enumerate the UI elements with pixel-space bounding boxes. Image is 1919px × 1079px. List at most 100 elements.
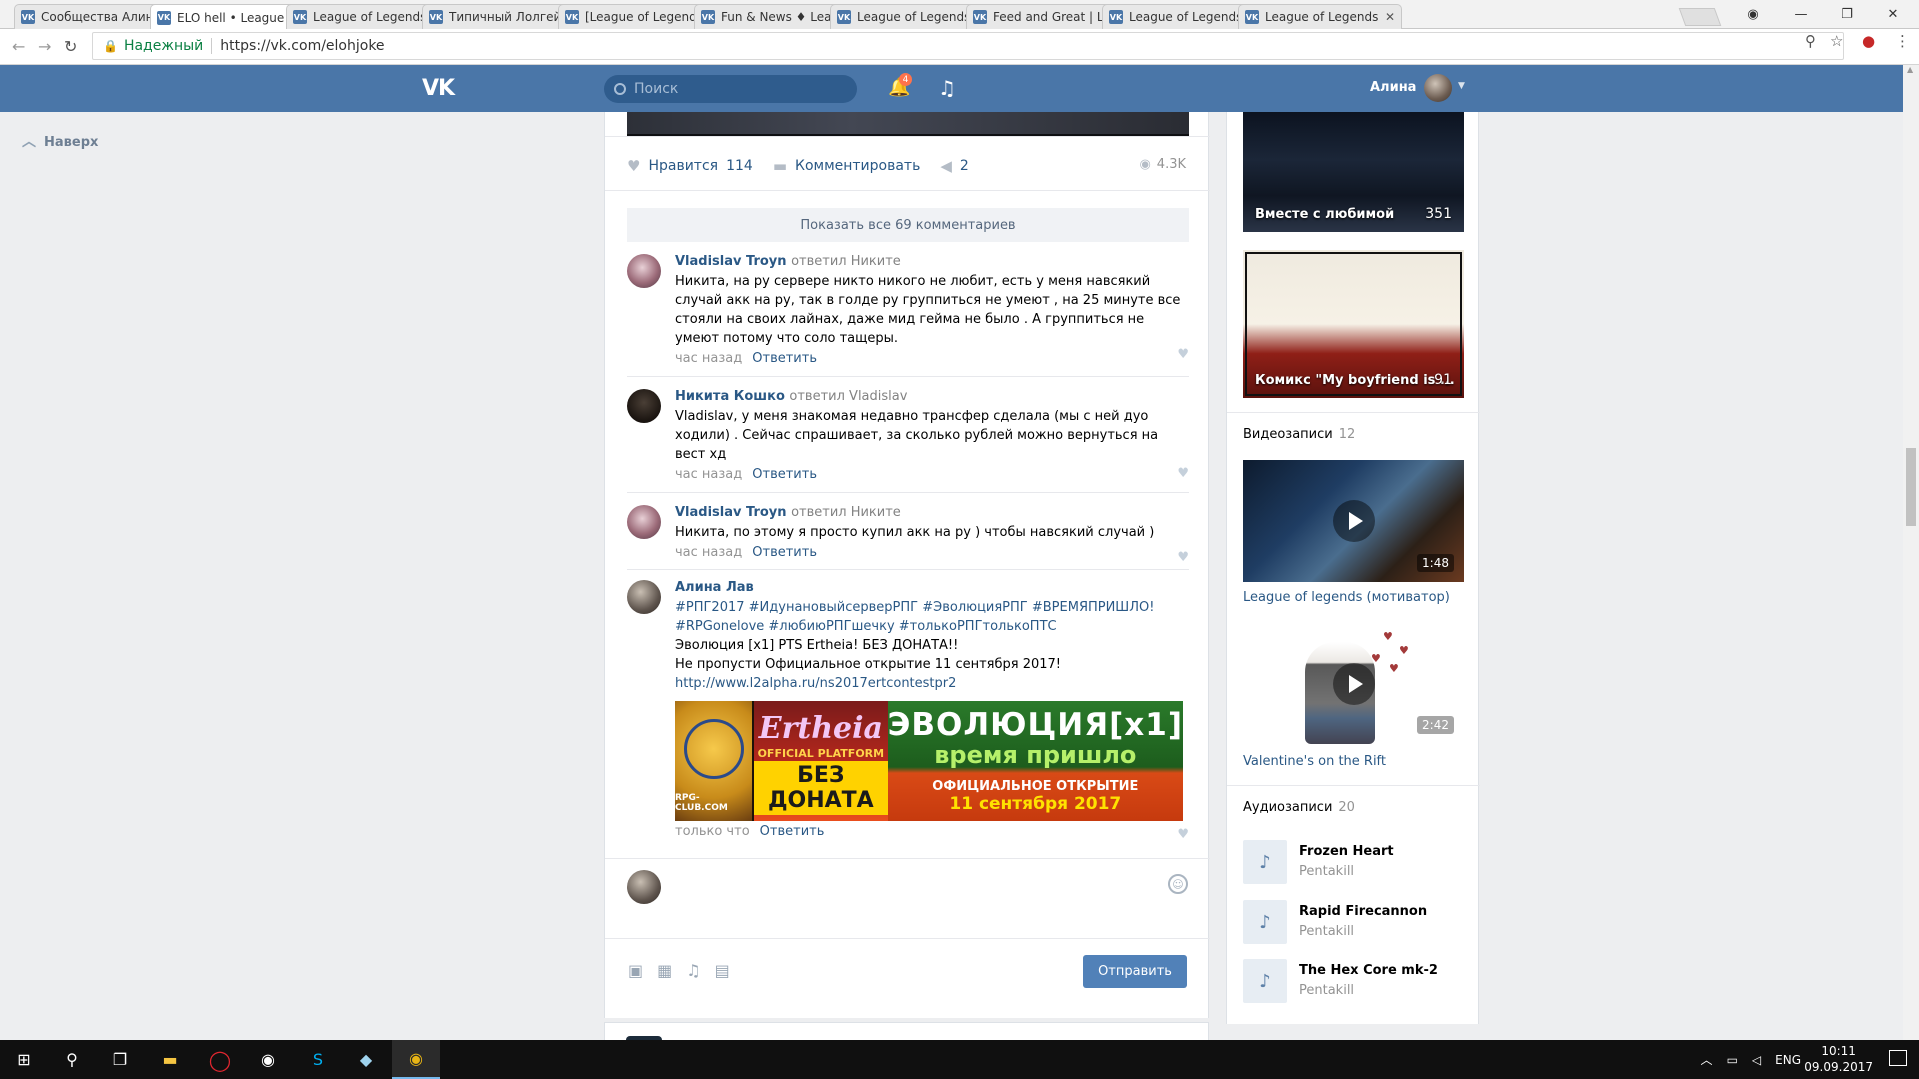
external-link[interactable]: http://www.l2alpha.ru/ns2017ertcontestpr… [675, 674, 1189, 693]
play-icon[interactable] [1332, 500, 1375, 542]
comment-text: Никита, по этому я просто купил акк на р… [675, 525, 1155, 540]
chrome-icon[interactable]: ◉ [392, 1040, 440, 1079]
language-indicator[interactable]: ENG [1775, 1053, 1801, 1067]
attachments-bar: ▣ ▦ ♫ ▤ [628, 961, 730, 980]
reply-link[interactable]: Ответить [760, 824, 825, 839]
comment-time[interactable]: только что [675, 824, 750, 839]
secure-label: Надежный [123, 38, 204, 54]
show-all-comments-button[interactable]: Показать все 69 комментариев [627, 208, 1189, 242]
zoom-icon[interactable]: ⚲ [1805, 32, 1816, 50]
comment-button[interactable]: ▬ Комментировать [773, 157, 921, 175]
omnibox[interactable]: 🔒 Надежный https://vk.com/elohjoke [92, 32, 1844, 60]
music-note-icon[interactable]: ♪ [1243, 840, 1287, 884]
vk-favicon-icon: VK [565, 10, 579, 24]
page-scrollbar[interactable]: ▲ [1903, 65, 1919, 1040]
restore-button[interactable]: ❐ [1824, 0, 1870, 28]
search-input[interactable]: Поиск [604, 75, 857, 103]
like-comment-icon[interactable]: ♥ [1177, 347, 1189, 362]
volume-icon[interactable]: ◁ [1752, 1053, 1761, 1067]
like-comment-icon[interactable]: ♥ [1177, 550, 1189, 565]
profile-icon[interactable]: ◉ [1730, 0, 1776, 28]
reload-icon[interactable]: ↻ [64, 37, 77, 56]
comment-time[interactable]: час назад [675, 467, 742, 482]
extension-icon[interactable]: ● [1862, 32, 1875, 50]
league-icon[interactable]: ◆ [342, 1040, 390, 1079]
camera-icon[interactable]: ▣ [628, 961, 643, 980]
avatar[interactable] [1424, 74, 1452, 102]
minimize-button[interactable]: — [1778, 0, 1824, 28]
avatar[interactable] [627, 254, 661, 288]
post-image[interactable] [627, 112, 1189, 136]
reply-link[interactable]: Ответить [752, 545, 817, 560]
videos-section-title[interactable]: Видеозаписи 12 [1243, 427, 1355, 442]
notification-center-icon[interactable] [1889, 1050, 1907, 1066]
like-button[interactable]: ♥ Нравится 114 [627, 157, 753, 175]
skype-icon[interactable]: S [294, 1040, 342, 1079]
audio-track[interactable]: ♪ Rapid Firecannon Pentakill [1243, 900, 1464, 944]
music-note-icon[interactable]: ♫ [686, 961, 700, 980]
bookmark-star-icon[interactable]: ☆ [1830, 32, 1843, 50]
like-comment-icon[interactable]: ♥ [1177, 827, 1189, 842]
video-thumbnail[interactable]: ♥ ♥ ♥ ♥ 2:42 [1243, 624, 1464, 744]
back-arrow-icon[interactable]: ← [12, 37, 25, 56]
video-thumbnail[interactable]: 1:48 [1243, 460, 1464, 582]
steam-icon[interactable]: ◉ [244, 1040, 292, 1079]
reply-to: ответил Vladislav [789, 389, 908, 404]
comment-time[interactable]: час назад [675, 545, 742, 560]
scroll-up-arrow-icon[interactable]: ▲ [1907, 65, 1913, 74]
tab[interactable]: VKLeague of Legends✕ [1238, 4, 1402, 29]
menu-dots-icon[interactable]: ⋮ [1895, 32, 1910, 50]
clock[interactable]: 10:11 09.09.2017 [1804, 1043, 1873, 1075]
comment: Vladislav Troyn ответил Никите Никита, н… [627, 254, 1189, 366]
send-button[interactable]: Отправить [1083, 955, 1187, 988]
photo-album[interactable]: Комикс "My boyfriend is ... 91 [1243, 250, 1464, 398]
opera-icon[interactable]: ◯ [196, 1040, 244, 1079]
video-title[interactable]: Valentine's on the Rift [1243, 754, 1386, 769]
close-window-button[interactable]: ✕ [1870, 0, 1916, 28]
folder-icon[interactable]: ▬ [146, 1040, 194, 1079]
hashtags[interactable]: #РПГ2017 #ИдунановыйсерверРПГ #ЭволюцияР… [675, 598, 1189, 617]
video-icon[interactable]: ▦ [657, 961, 672, 980]
ad-banner-image[interactable]: RPG-CLUB.COM Ertheia OFFICIAL PLATFORM БЕЗ… [675, 701, 1183, 821]
audio-track[interactable]: ♪ The Hex Core mk-2 Pentakill [1243, 959, 1464, 1003]
reply-link[interactable]: Ответить [752, 467, 817, 482]
avatar[interactable] [627, 580, 661, 614]
document-icon[interactable]: ▤ [715, 961, 730, 980]
chevron-down-icon[interactable]: ▼ [1458, 81, 1465, 91]
comment-author[interactable]: Алина Лав [675, 580, 754, 595]
scroll-to-top-button[interactable]: ︿ Наверх [22, 131, 98, 151]
next-post [604, 1022, 1209, 1040]
comment-author[interactable]: Никита Кошко [675, 389, 785, 404]
emoji-icon[interactable]: ☺ [1168, 874, 1188, 894]
comment-author[interactable]: Vladislav Troyn [675, 254, 787, 269]
windows-start-icon[interactable]: ⊞ [0, 1040, 48, 1079]
music-note-icon[interactable]: ♫ [938, 76, 956, 100]
url-text[interactable]: https://vk.com/elohjoke [220, 38, 384, 54]
play-icon[interactable] [1332, 663, 1375, 705]
video-title[interactable]: League of legends (мотиватор) [1243, 590, 1450, 605]
share-button[interactable]: ◀ 2 [940, 157, 968, 175]
network-icon[interactable]: ▭ [1727, 1053, 1738, 1067]
avatar[interactable] [627, 505, 661, 539]
user-name[interactable]: Алина [1370, 80, 1416, 95]
avatar[interactable] [627, 389, 661, 423]
hashtags[interactable]: #RPGonelove #любиюРПГшечку #толькоРПГтол… [675, 617, 1189, 636]
close-tab-icon[interactable]: ✕ [1385, 10, 1395, 24]
task-view-icon[interactable]: ❐ [96, 1040, 144, 1079]
comment-time[interactable]: час назад [675, 351, 742, 366]
music-note-icon[interactable]: ♪ [1243, 959, 1287, 1003]
scrollbar-thumb[interactable] [1906, 448, 1916, 526]
avatar[interactable] [627, 870, 661, 904]
reply-link[interactable]: Ответить [752, 351, 817, 366]
vk-logo[interactable]: VK [422, 76, 455, 101]
chevron-up-icon[interactable]: ︿ [1701, 1051, 1713, 1068]
forward-arrow-icon[interactable]: → [38, 37, 51, 56]
search-icon[interactable]: ⚲ [48, 1040, 96, 1079]
like-comment-icon[interactable]: ♥ [1177, 466, 1189, 481]
audio-track[interactable]: ♪ Frozen Heart Pentakill [1243, 840, 1464, 884]
new-tab-button[interactable] [1678, 8, 1722, 26]
audio-section-title[interactable]: Аудиозаписи 20 [1243, 800, 1355, 815]
comment-author[interactable]: Vladislav Troyn [675, 505, 787, 520]
photo-album[interactable]: Вместе с любимой 351 [1243, 112, 1464, 232]
music-note-icon[interactable]: ♪ [1243, 900, 1287, 944]
